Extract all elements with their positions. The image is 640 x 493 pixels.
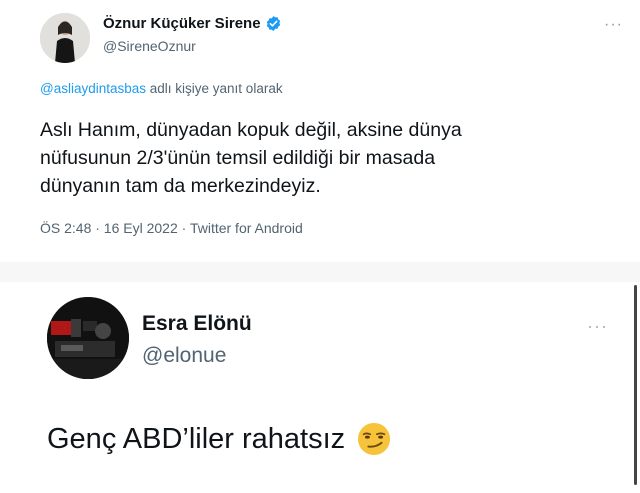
more-options-icon[interactable]: ··· [604,16,623,34]
tweet-text-line: Aslı Hanım, dünyadan kopuk değil, aksine… [40,119,462,141]
reply-mention-link[interactable]: @asliaydintasbas [40,81,146,96]
avatar[interactable] [40,13,90,63]
handle[interactable]: @elonue [142,344,226,368]
separator [0,262,640,282]
tweet-text-line: nüfusunun 2/3'ünün temsil edildiği bir m… [40,147,436,169]
tweet-timestamp[interactable]: ÖS 2:48 · 16 Eyl 2022 · Twitter for Andr… [40,220,303,236]
tweet-card-2[interactable]: Esra Elönü @elonue ··· Genç ABD’liler ra… [0,282,640,493]
reply-context: @asliaydintasbas adlı kişiye yanıt olara… [40,81,283,96]
avatar[interactable] [47,297,129,379]
display-name[interactable]: Öznur Küçüker Sirene [103,15,282,32]
tweet-text-line: dünyanın tam da merkezindeyiz. [40,175,321,197]
tweet-text-content: Genç ABD’liler rahatsız [47,422,346,455]
tweet-text: Genç ABD’liler rahatsız [47,422,391,456]
more-options-icon[interactable]: ··· [587,316,608,337]
handle[interactable]: @SireneOznur [103,38,196,54]
profile-photo-icon [47,297,129,379]
scrollbar[interactable] [634,285,637,485]
tweet-text: Aslı Hanım, dünyadan kopuk değil, aksine… [40,116,600,200]
tweet-card-1[interactable]: Öznur Küçüker Sirene @SireneOznur ··· @a… [0,0,640,262]
reply-context-text: adlı kişiye yanıt olarak [146,81,283,96]
smirking-face-icon [358,422,391,456]
profile-photo-icon [40,13,90,63]
display-name[interactable]: Esra Elönü [142,312,252,336]
verified-badge-icon [266,16,280,31]
